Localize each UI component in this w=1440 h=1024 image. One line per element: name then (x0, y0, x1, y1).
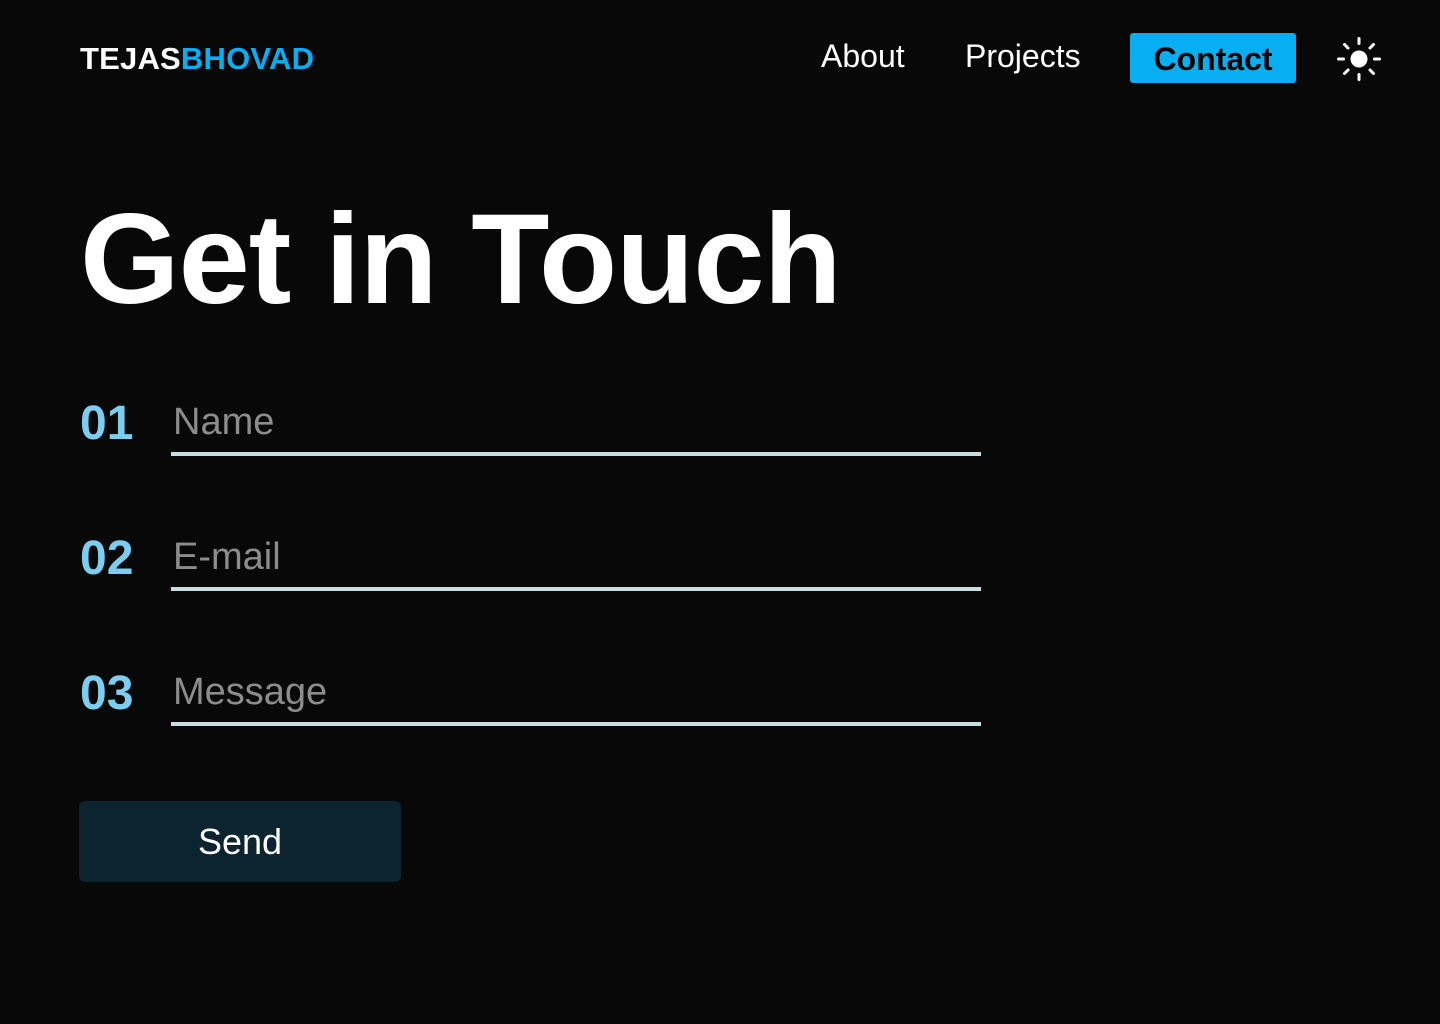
logo-first-name: TEJAS (80, 41, 181, 76)
page-title: Get in Touch (80, 188, 842, 331)
sun-icon (1337, 37, 1381, 81)
nav-projects-link[interactable]: Projects (965, 33, 1081, 83)
nav-contact-link[interactable]: Contact (1130, 33, 1296, 83)
email-input[interactable] (171, 527, 981, 591)
nav-about-link[interactable]: About (821, 33, 905, 83)
message-input[interactable] (171, 662, 981, 726)
send-button[interactable]: Send (79, 801, 401, 882)
site-logo[interactable]: TEJASBHOVAD (80, 41, 314, 77)
field-number: 01 (80, 397, 134, 450)
name-field-row: 01 (80, 392, 981, 456)
theme-toggle-button[interactable] (1336, 36, 1382, 82)
logo-last-name: BHOVAD (180, 41, 315, 76)
name-input[interactable] (171, 392, 981, 456)
contact-page: TEJASBHOVAD About Projects Contact Get i… (0, 0, 1440, 1024)
email-field-row: 02 (80, 527, 981, 591)
field-number: 03 (80, 667, 134, 720)
message-field-row: 03 (80, 662, 981, 726)
field-number: 02 (80, 532, 134, 585)
